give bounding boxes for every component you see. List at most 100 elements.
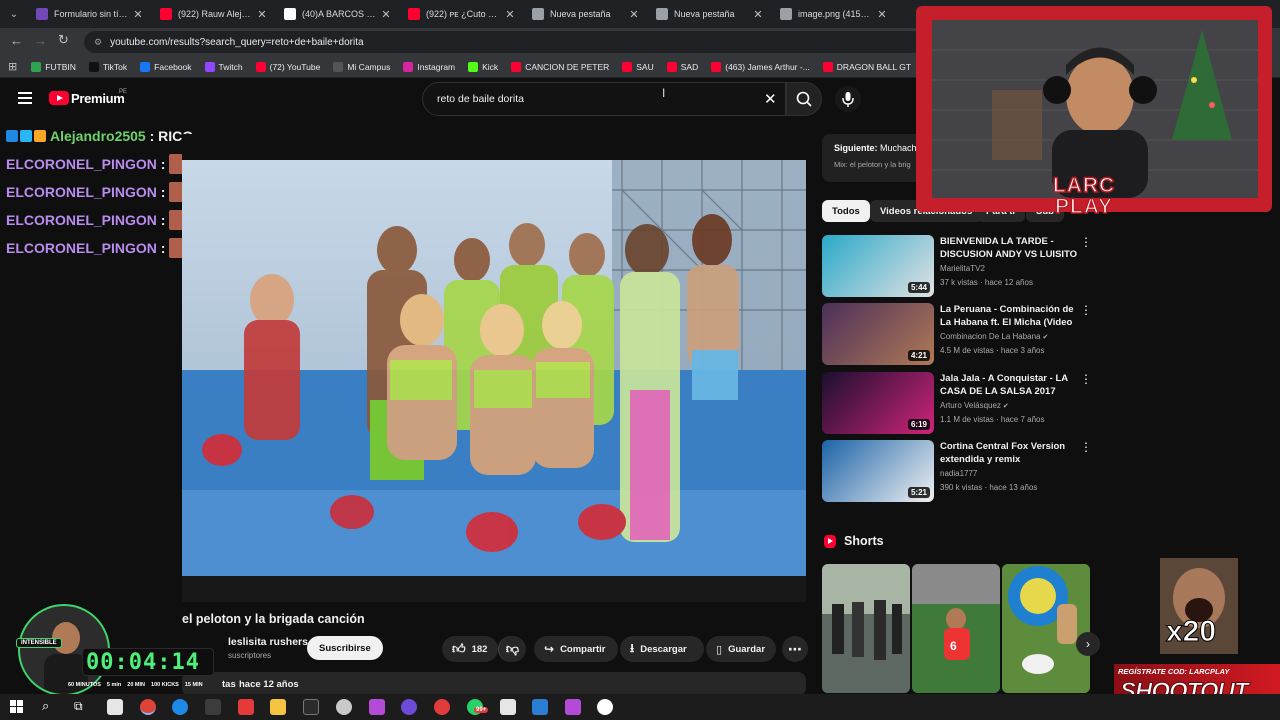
tab-title: Nueva pestaña [674, 9, 735, 19]
chip-all[interactable]: Todos [822, 200, 870, 222]
clear-search-icon[interactable]: ✕ [764, 90, 777, 108]
tab-close-icon[interactable]: ✕ [876, 8, 888, 21]
kebab-menu-icon[interactable]: ⋮ [1080, 303, 1092, 317]
chat-separator: : [156, 240, 170, 256]
bookmark-item[interactable]: Instagram [403, 61, 455, 72]
address-bar[interactable]: ⚙ youtube.com/results?search_query=reto+… [84, 31, 924, 53]
tab-close-icon[interactable]: ✕ [132, 8, 144, 21]
tab-favicon-icon [408, 8, 420, 20]
shorts-next-button[interactable]: › [1076, 632, 1100, 656]
browser-tab[interactable]: Nueva pestaña ✕ [524, 0, 648, 28]
kebab-menu-icon[interactable]: ⋮ [1080, 372, 1092, 386]
tab-close-icon[interactable]: ✕ [628, 8, 640, 21]
taskbar-chrome-icon[interactable] [140, 699, 156, 715]
bookmark-item[interactable]: SAD [666, 61, 698, 72]
bookmark-item[interactable]: TikTok [88, 61, 127, 72]
browser-tab[interactable]: Formulario sin título ✕ [28, 0, 152, 28]
meme-overlay: x20 [1160, 558, 1238, 654]
related-video-item[interactable]: 4:21 La Peruana - Combinación de La Haban… [822, 303, 1092, 365]
bookmark-item[interactable]: Kick [468, 61, 498, 72]
bookmark-item[interactable]: Mi Campus [333, 61, 390, 72]
related-title[interactable]: Jala Jala - A Conquistar - LA CASA DE LA… [940, 372, 1078, 398]
site-info-icon[interactable]: ⚙ [94, 37, 102, 48]
browser-tab[interactable]: (922) Rauw Alejandro ✕ [152, 0, 276, 28]
download-button[interactable]: ⭳ Descargar [620, 636, 704, 662]
taskbar-obs-icon[interactable] [597, 699, 613, 715]
dislike-button[interactable]: 👎︎ [498, 636, 526, 662]
bookmark-item[interactable]: (72) YouTube [255, 61, 320, 72]
forward-icon[interactable]: → [34, 33, 47, 48]
browser-tab[interactable]: (922) ᴘᴇ ¿Cuto a la Se ✕ [400, 0, 524, 28]
kebab-menu-icon[interactable]: ⋮ [1080, 235, 1092, 249]
bookmark-item[interactable]: Facebook [140, 61, 192, 72]
taskbar-app-icon-2[interactable] [369, 699, 385, 715]
subscribe-button[interactable]: Suscribirse [307, 636, 383, 660]
tab-close-icon[interactable]: ✕ [752, 8, 764, 21]
tab-favicon-icon [532, 8, 544, 20]
bookmark-favicon-icon [333, 61, 344, 72]
search-button[interactable] [786, 82, 822, 116]
browser-tab[interactable]: image.png (415×546) ✕ [772, 0, 896, 28]
apps-grid-icon[interactable]: ⊞ [8, 60, 17, 73]
related-thumbnail[interactable]: 5:44 [822, 235, 934, 297]
related-thumbnail[interactable]: 5:21 [822, 440, 934, 502]
taskbar-app-icon-3[interactable] [401, 699, 417, 715]
tab-close-icon[interactable]: ✕ [380, 8, 392, 21]
taskbar-app-icon-4[interactable] [434, 699, 450, 715]
kebab-menu-icon[interactable]: ⋮ [1080, 440, 1092, 454]
related-title[interactable]: Cortina Central Fox Version extendida y … [940, 440, 1078, 466]
menu-hamburger-icon[interactable] [18, 92, 32, 104]
related-video-item[interactable]: 5:44 BIENVENIDA LA TARDE - DISCUSION ANDY… [822, 235, 1092, 297]
youtube-logo-icon[interactable] [49, 91, 69, 105]
tab-search-icon[interactable]: ⌄ [0, 0, 28, 28]
related-thumbnail[interactable]: 6:19 [822, 372, 934, 434]
related-title[interactable]: La Peruana - Combinación de La Habana ft… [940, 303, 1078, 329]
bookmark-favicon-icon [511, 61, 522, 72]
like-button[interactable]: 👍︎ 182 [442, 636, 498, 662]
search-input[interactable]: reto de baile dorita [422, 82, 786, 116]
thumbs-down-icon: 👎︎ [505, 641, 520, 656]
tab-close-icon[interactable]: ✕ [504, 8, 516, 21]
bookmark-item[interactable]: DRAGON BALL GT [822, 61, 911, 72]
bookmark-item[interactable]: CANCION DE PETER [511, 61, 609, 72]
windows-start-icon[interactable] [10, 700, 24, 714]
bookmark-item[interactable]: Twitch [204, 61, 243, 72]
back-icon[interactable]: ← [10, 33, 23, 48]
bookmark-item[interactable]: FUTBIN [31, 61, 76, 72]
taskbar-app-store-icon[interactable] [107, 699, 123, 715]
taskbar-video-app-icon[interactable] [238, 699, 254, 715]
taskbar-edge-icon[interactable] [172, 699, 188, 715]
taskbar-capcut-icon[interactable] [303, 699, 319, 715]
description-prefix: tas [222, 679, 236, 690]
related-thumbnail[interactable]: 4:21 [822, 303, 934, 365]
video-player[interactable] [182, 160, 806, 576]
browser-tab[interactable]: Nueva pestaña ✕ [648, 0, 772, 28]
short-thumbnail-1[interactable] [822, 564, 910, 693]
bookmark-favicon-icon [88, 61, 99, 72]
related-video-item[interactable]: 6:19 Jala Jala - A Conquistar - LA CASA D… [822, 372, 1092, 434]
save-button[interactable]: ▯ Guardar [706, 636, 776, 662]
taskbar-search-icon[interactable]: ⌕ [42, 698, 49, 714]
share-button[interactable]: ↪ Compartir [534, 636, 618, 662]
channel-name[interactable]: leslisita rushers [228, 636, 308, 648]
reload-icon[interactable]: ↻ [58, 32, 69, 48]
tab-close-icon[interactable]: ✕ [256, 8, 268, 21]
taskbar-word-icon[interactable] [532, 699, 548, 715]
taskbar-calculator-icon[interactable] [500, 699, 516, 715]
related-title[interactable]: BIENVENIDA LA TARDE - DISCUSION ANDY VS … [940, 235, 1078, 261]
taskbar-app-icon[interactable] [336, 699, 352, 715]
short-thumbnail-3[interactable] [1002, 564, 1090, 693]
related-video-item[interactable]: 5:21 Cortina Central Fox Version extendid… [822, 440, 1092, 502]
bookmark-item[interactable]: SAU [622, 61, 654, 72]
taskbar-app-icon-5[interactable] [565, 699, 581, 715]
taskbar-folder-icon[interactable] [270, 699, 286, 715]
taskbar-discord-icon[interactable] [205, 699, 221, 715]
like-count: 182 [471, 643, 488, 655]
browser-tab[interactable]: (40)A BARCOS SOLO ✕ [276, 0, 400, 28]
short-thumbnail-2[interactable]: 6 [912, 564, 1000, 693]
voice-search-button[interactable] [835, 86, 861, 112]
more-actions-button[interactable]: ⋯ [782, 636, 808, 662]
bookmark-item[interactable]: (463) James Arthur -... [711, 61, 810, 72]
related-meta: 4.5 M de vistas · hace 3 años [940, 346, 1045, 355]
task-view-icon[interactable]: ⧉ [74, 699, 83, 714]
